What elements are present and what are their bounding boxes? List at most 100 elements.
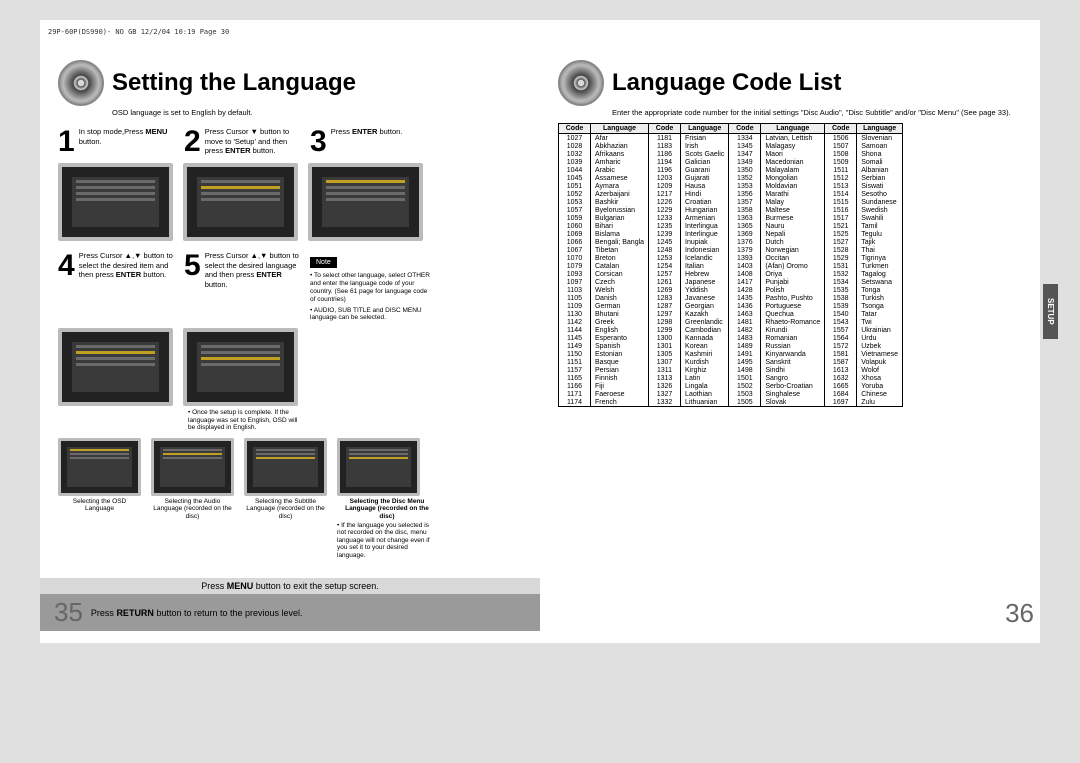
code-cell: 1535 (825, 286, 857, 294)
code-cell: 1557 (825, 326, 857, 334)
language-cell: Hebrew (681, 270, 729, 278)
language-cell: Twi (857, 318, 903, 326)
code-cell: 1059 (559, 214, 591, 222)
code-cell: 1305 (649, 350, 681, 358)
language-cell: Sesotho (857, 190, 903, 198)
language-cell: Bulgarian (591, 214, 649, 222)
code-cell: 1363 (729, 214, 761, 222)
code-cell: 1060 (559, 222, 591, 230)
code-cell: 1347 (729, 150, 761, 158)
note-label: Note (310, 257, 337, 268)
language-cell: Albanian (857, 166, 903, 174)
table-body: 1027Afar1181Frisian1334Latvian, Lettish1… (559, 134, 903, 407)
language-cell: Kazakh (681, 310, 729, 318)
code-cell: 1297 (649, 310, 681, 318)
code-cell: 1509 (825, 158, 857, 166)
tv-screen-small (58, 438, 141, 496)
code-cell: 1345 (729, 142, 761, 150)
language-cell: Uzbek (857, 342, 903, 350)
language-cell: Arabic (591, 166, 649, 174)
language-cell: Scots Gaelic (681, 150, 729, 158)
language-cell: Spanish (591, 342, 649, 350)
code-cell: 1356 (729, 190, 761, 198)
code-cell: 1587 (825, 358, 857, 366)
table-header: Code (825, 124, 857, 134)
step-number: 4 (58, 251, 75, 281)
language-cell: French (591, 398, 649, 407)
language-cell: (Afan) Oromo (761, 262, 825, 270)
language-cell: Persian (591, 366, 649, 374)
steps-row-2: 4 Press Cursor ▲,▼ button to select the … (58, 251, 522, 322)
code-cell: 1529 (825, 254, 857, 262)
language-cell: Korean (681, 342, 729, 350)
table-header: Language (681, 124, 729, 134)
language-cell: Nepali (761, 230, 825, 238)
language-cell: Polish (761, 286, 825, 294)
code-cell: 1489 (729, 342, 761, 350)
speaker-icon (58, 60, 104, 106)
language-cell: Fiji (591, 382, 649, 390)
table-row: 1039Amharic1194Galician1349Macedonian150… (559, 158, 903, 166)
language-cell: Singhalese (761, 390, 825, 398)
code-cell: 1349 (729, 158, 761, 166)
code-cell: 1502 (729, 382, 761, 390)
step-4: 4 Press Cursor ▲,▼ button to select the … (58, 251, 176, 281)
steps-row-1: 1 In stop mode,Press MENU button. 2 Pres… (58, 127, 522, 157)
code-cell: 1403 (729, 262, 761, 270)
language-cell: Afrikaans (591, 150, 649, 158)
code-cell: 1313 (649, 374, 681, 382)
language-cell: English (591, 326, 649, 334)
code-cell: 1376 (729, 238, 761, 246)
note-bullet: • To select other language, select OTHER… (310, 272, 430, 303)
language-cell: Kashmiri (681, 350, 729, 358)
language-cell: Catalan (591, 262, 649, 270)
language-cell: Gujarati (681, 174, 729, 182)
code-cell: 1145 (559, 334, 591, 342)
language-cell: Tamil (857, 222, 903, 230)
note-bullet: • AUDIO, SUB TITLE and DISC MENU languag… (310, 307, 430, 323)
language-cell: Burmese (761, 214, 825, 222)
language-cell: Tajik (857, 238, 903, 246)
language-cell: Tonga (857, 286, 903, 294)
language-cell: Occitan (761, 254, 825, 262)
code-cell: 1505 (729, 398, 761, 407)
code-cell: 1149 (559, 342, 591, 350)
code-cell: 1181 (649, 134, 681, 143)
table-row: 1166Fiji1326Lingala1502Serbo-Croatian166… (559, 382, 903, 390)
table-header: Language (591, 124, 649, 134)
step-number: 3 (310, 127, 327, 157)
language-cell: Hausa (681, 182, 729, 190)
language-cell: Maltese (761, 206, 825, 214)
language-cell: Urdu (857, 334, 903, 342)
code-cell: 1103 (559, 286, 591, 294)
code-cell: 1501 (729, 374, 761, 382)
code-cell: 1498 (729, 366, 761, 374)
code-cell: 1229 (649, 206, 681, 214)
code-cell: 1514 (825, 190, 857, 198)
code-cell: 1044 (559, 166, 591, 174)
code-cell: 1428 (729, 286, 761, 294)
tv-screen (183, 328, 298, 406)
code-cell: 1436 (729, 302, 761, 310)
code-cell: 1512 (825, 174, 857, 182)
language-cell: Indonesian (681, 246, 729, 254)
code-cell: 1109 (559, 302, 591, 310)
code-cell: 1528 (825, 246, 857, 254)
code-cell: 1417 (729, 278, 761, 286)
table-header: Code (649, 124, 681, 134)
code-cell: 1217 (649, 190, 681, 198)
code-cell: 1665 (825, 382, 857, 390)
language-cell: Slovenian (857, 134, 903, 143)
language-cell: Setswana (857, 278, 903, 286)
language-cell: Amharic (591, 158, 649, 166)
language-cell: Norwegian (761, 246, 825, 254)
table-row: 1067Tibetan1248Indonesian1379Norwegian15… (559, 246, 903, 254)
language-cell: Esperanto (591, 334, 649, 342)
tv-screens-row-1 (58, 163, 522, 241)
code-cell: 1235 (649, 222, 681, 230)
language-cell: Swahili (857, 214, 903, 222)
language-cell: Maori (761, 150, 825, 158)
table-row: 1028Abkhazian1183Irish1345Malagasy1507Sa… (559, 142, 903, 150)
table-row: 1032Afrikaans1186Scots Gaelic1347Maori15… (559, 150, 903, 158)
language-cell: Sundanese (857, 198, 903, 206)
